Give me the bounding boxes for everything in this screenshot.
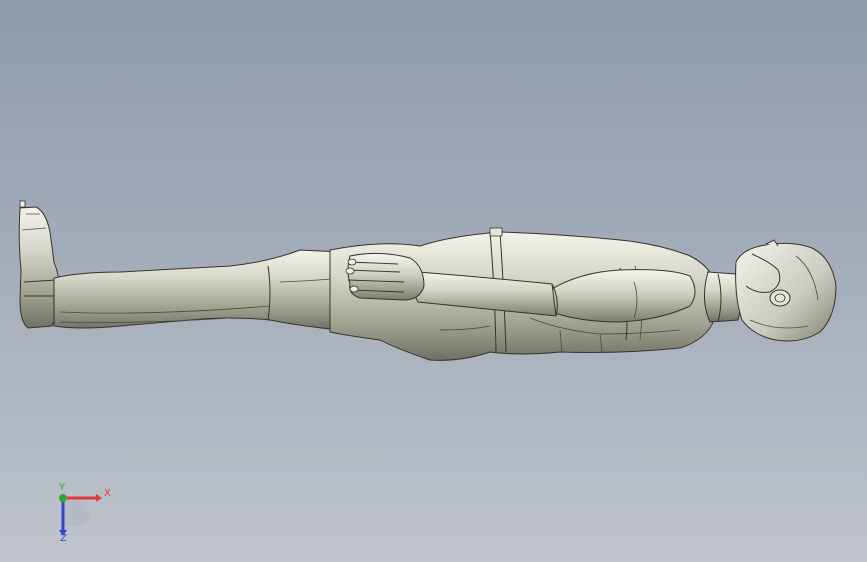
y-axis-label: Y — [59, 482, 66, 493]
hand-part — [345, 252, 425, 301]
foot-part — [18, 200, 60, 329]
graphics-viewport[interactable]: X Y Z — [0, 0, 867, 562]
z-axis-label: Z — [60, 533, 67, 544]
human-body-model[interactable] — [0, 0, 867, 562]
x-axis-label: X — [104, 488, 111, 499]
head-part — [735, 239, 837, 342]
leg-part — [53, 249, 361, 331]
coordinate-triad: X Y Z — [44, 480, 124, 550]
triad-axes-icon — [59, 494, 102, 536]
